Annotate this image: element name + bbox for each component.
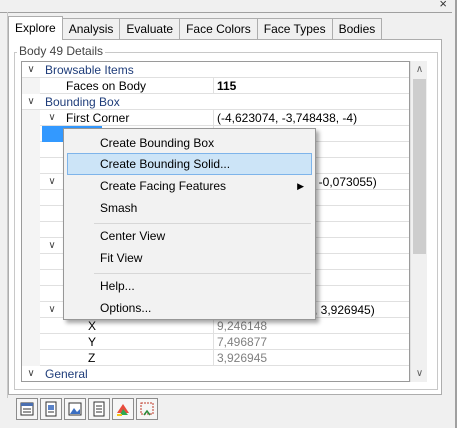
menu-item-fit-view[interactable]: Fit View (67, 247, 312, 269)
window-icon (20, 402, 34, 416)
tab-strip: Explore Analysis Evaluate Face Colors Fa… (8, 16, 383, 40)
scrollbar-thumb[interactable] (413, 79, 426, 254)
tab-face-types[interactable]: Face Types (257, 18, 333, 40)
column-divider (213, 318, 214, 334)
grid-row-x[interactable]: X 9,246148 (22, 318, 409, 334)
menu-item-label: Create Facing Features (100, 179, 227, 193)
row-gutter (22, 302, 40, 318)
scroll-down-arrow-icon[interactable]: ∨ (411, 365, 428, 382)
menu-item-create-bounding-box[interactable]: Create Bounding Box (67, 132, 312, 154)
row-gutter (22, 78, 40, 94)
row-gutter (22, 142, 40, 158)
row-value: , 3,926945) (314, 303, 375, 317)
row-gutter (22, 126, 40, 142)
menu-item-create-facing-features[interactable]: Create Facing Features ▶ (67, 175, 312, 197)
menu-item-options[interactable]: Options... (67, 297, 312, 319)
row-label: X (88, 319, 97, 333)
scroll-up-arrow-icon[interactable]: ∧ (411, 61, 428, 78)
grid-vertical-scrollbar[interactable]: ∧ ∨ (410, 61, 427, 382)
toolbar-button-select[interactable] (136, 398, 158, 420)
image-icon (68, 402, 82, 416)
grid-row-y[interactable]: Y 7,496877 (22, 334, 409, 350)
row-value: 9,246148 (217, 319, 268, 333)
row-value: (-4,623074, -3,748438, -4) (217, 111, 358, 125)
row-gutter (22, 190, 40, 206)
chevron-down-icon[interactable]: ∨ (46, 175, 58, 189)
row-value: 7,496877 (217, 335, 268, 349)
column-divider (213, 110, 214, 126)
row-gutter (22, 174, 40, 190)
toolbar-button-bodies[interactable] (40, 398, 62, 420)
row-value: 3,926945 (217, 351, 268, 365)
color-palette-icon (117, 404, 129, 416)
window-top-border (0, 12, 452, 13)
row-label: Faces on Body (66, 79, 147, 93)
toolbar-button-view[interactable] (16, 398, 38, 420)
column-divider (213, 78, 214, 94)
row-label: Browsable Items (45, 63, 134, 77)
row-gutter (22, 110, 40, 126)
row-gutter (22, 158, 40, 174)
row-gutter (22, 238, 40, 254)
chevron-down-icon[interactable]: ∨ (46, 303, 58, 317)
close-icon[interactable]: × (439, 0, 447, 11)
toolbar-button-list[interactable] (88, 398, 110, 420)
toolbar-button-colors[interactable] (112, 398, 134, 420)
grid-row-faces-on-body[interactable]: Faces on Body 115 (22, 78, 409, 94)
chevron-down-icon[interactable]: ∨ (25, 95, 37, 109)
row-gutter (22, 206, 40, 222)
chevron-down-icon[interactable]: ∨ (46, 111, 58, 125)
menu-item-create-bounding-solid[interactable]: Create Bounding Solid... (67, 153, 312, 175)
tab-explore[interactable]: Explore (8, 16, 63, 40)
row-label: General (45, 367, 88, 381)
row-gutter (22, 254, 40, 270)
document-stack-icon (45, 401, 57, 417)
row-gutter (22, 334, 40, 350)
column-divider (213, 350, 214, 366)
row-label: Z (88, 351, 96, 365)
grid-row-z[interactable]: Z 3,926945 (22, 350, 409, 366)
column-divider (213, 334, 214, 350)
toolbar-button-image[interactable] (64, 398, 86, 420)
chevron-right-icon: ▶ (297, 181, 304, 191)
menu-item-smash[interactable]: Smash (67, 197, 312, 219)
grid-row-first-corner[interactable]: ∨ First Corner (-4,623074, -3,748438, -4… (22, 110, 409, 126)
menu-separator (94, 273, 311, 274)
grid-row-general[interactable]: ∨ General (22, 366, 409, 381)
selection-icon (140, 402, 154, 416)
menu-item-help[interactable]: Help... (67, 275, 312, 297)
grid-row-bounding-box[interactable]: ∨ Bounding Box (22, 94, 409, 110)
tab-evaluate[interactable]: Evaluate (120, 18, 181, 40)
bottom-toolbar (16, 398, 158, 420)
group-title: Body 49 Details (17, 44, 106, 58)
context-menu: Create Bounding Box Create Bounding Soli… (63, 128, 316, 320)
row-label: Y (88, 335, 97, 349)
chevron-down-icon[interactable]: ∨ (25, 367, 37, 381)
chevron-down-icon[interactable]: ∨ (46, 239, 58, 253)
menu-separator (94, 223, 311, 224)
row-label: First Corner (66, 111, 130, 125)
row-gutter (22, 286, 40, 302)
row-value: 115 (217, 79, 237, 93)
row-label: Bounding Box (45, 95, 120, 109)
tab-analysis[interactable]: Analysis (62, 18, 121, 40)
tab-face-colors[interactable]: Face Colors (180, 18, 258, 40)
list-icon (93, 401, 105, 417)
chevron-down-icon[interactable]: ∨ (25, 63, 37, 77)
row-gutter (22, 222, 40, 238)
row-value: , -0,073055) (312, 175, 377, 189)
menu-item-center-view[interactable]: Center View (67, 225, 312, 247)
tab-bodies[interactable]: Bodies (332, 18, 383, 40)
row-gutter (22, 350, 40, 366)
grid-row-browsable-items[interactable]: ∨ Browsable Items (22, 62, 409, 78)
row-gutter (22, 270, 40, 286)
row-gutter (22, 318, 40, 334)
